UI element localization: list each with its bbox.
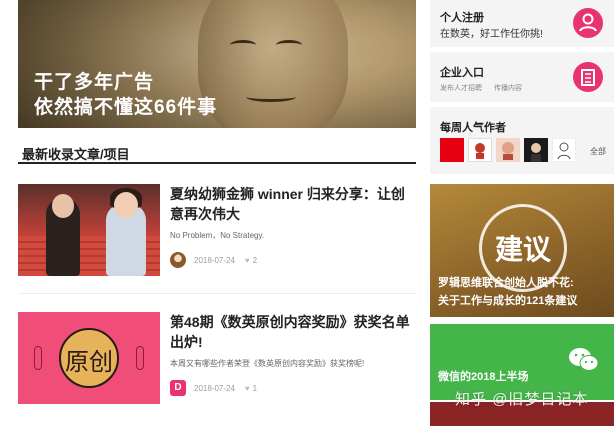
author-avatar-row [440,138,580,162]
article-date: 2018-07-24 [194,255,235,265]
register-title: 个人注册 [440,12,484,24]
company-title: 企业入口 [440,67,484,79]
building-icon[interactable] [573,62,603,92]
company-entry-box[interactable]: 企业入口 发布人才招聘 传播内容 [430,52,614,102]
hero-title-line2: 依然搞不懂这66件事 [34,97,218,118]
paperclip-icon [136,346,144,370]
personal-register-box[interactable]: 个人注册 在数英，好工作任你挑! [430,0,614,47]
thumbnail-person-head [52,194,74,218]
advice-word: 建议 [494,234,551,265]
thumbnail-person-head [114,192,138,218]
company-subtitle-content: 传播内容 [494,85,522,92]
author-avatar[interactable] [468,138,492,162]
advice-article-banner[interactable]: 建议 罗辑思维联合创始人脱不花: 关于工作与成长的121条建议 [430,184,614,317]
article-meta: 2018-07-24 ♥ 2 [170,252,265,268]
weekly-popular-authors-box: 每周人气作者 全部 [430,107,614,174]
hero-title-line1: 干了多年广告 [34,72,155,93]
register-subtitle: 在数英，好工作任你挑! [440,29,543,40]
like-count: 2 [252,255,258,265]
article-card[interactable]: 夏纳幼狮金狮 winner 归来分享：让创意再次伟大 No Problem，No… [18,178,416,286]
like-icon[interactable]: ♥ [245,384,250,393]
user-icon[interactable] [573,8,603,38]
wechat-icon [568,346,600,381]
article-date: 2018-07-24 [194,383,235,393]
article-description: 本周又有哪些作者荣登《数英原创内容奖励》获奖榜呢! [170,359,365,368]
weekly-title: 每周人气作者 [440,122,506,134]
zhihu-watermark: 知乎 @旧梦日记本 [455,391,589,408]
article-thumbnail[interactable]: 原创 [18,312,160,404]
view-all-link[interactable]: 全部 [590,146,606,157]
article-meta: D 2018-07-24 ♥ 1 [170,380,265,396]
paperclip-icon [34,346,42,370]
advice-title-line2: 关于工作与成长的121条建议 [438,295,578,307]
like-count: 1 [252,383,258,393]
article-card[interactable]: 原创 第48期《数英原创内容奖励》获奖名单出炉! 本周又有哪些作者荣登《数英原创… [18,306,416,414]
author-avatar[interactable] [496,138,520,162]
author-avatar[interactable] [524,138,548,162]
original-badge-text: 原创 [65,348,113,376]
author-avatar[interactable] [440,138,464,162]
author-avatar[interactable]: D [170,380,186,396]
author-avatar[interactable] [170,252,186,268]
company-subtitle-hiring: 发布人才招聘 [440,85,482,92]
like-icon[interactable]: ♥ [245,256,250,265]
article-description: No Problem，No Strategy. [170,231,265,240]
advice-title-line1: 罗辑思维联合创始人脱不花: [438,277,574,289]
hero-banner[interactable]: 干了多年广告 依然搞不懂这66件事 [18,0,416,128]
article-title[interactable]: 第48期《数英原创内容奖励》获奖名单出炉! [170,312,410,352]
article-thumbnail[interactable] [18,184,160,276]
sidebar: 个人注册 在数英，好工作任你挑! 企业入口 发布人才招聘 传播内容 每周人气作者 [430,0,614,426]
section-title: 最新收录文章/项目 [22,147,130,162]
card-divider [18,293,416,294]
section-divider [18,162,416,164]
author-avatar[interactable] [552,138,576,162]
article-title[interactable]: 夏纳幼狮金狮 winner 归来分享：让创意再次伟大 [170,184,410,224]
main-column: 干了多年广告 依然搞不懂这66件事 最新收录文章/项目 夏纳幼狮金狮 winne… [0,0,418,426]
wechat-article-title: 微信的2018上半场 [438,371,529,383]
